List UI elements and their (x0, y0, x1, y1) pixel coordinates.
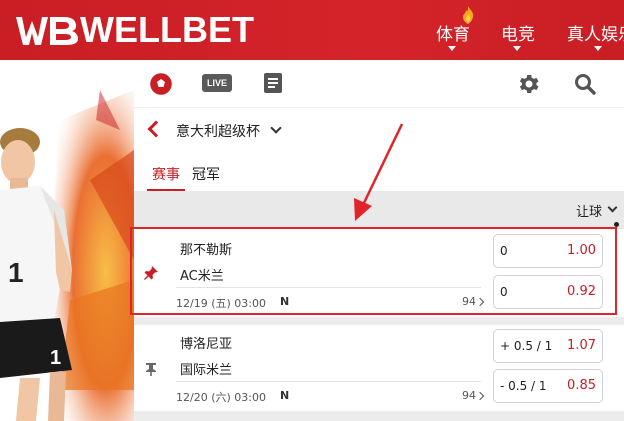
tab-bar: 赛事 冠军 (134, 160, 624, 192)
svg-text:1: 1 (8, 257, 24, 288)
nav-live-casino[interactable]: 真人娱乐 (567, 20, 624, 45)
tab-matches[interactable]: 赛事 (152, 164, 180, 184)
odds-button-away[interactable]: - 0.5 / 1 0.85 (493, 369, 603, 403)
tab-outrights[interactable]: 冠军 (192, 164, 220, 184)
chevron-down-icon (513, 46, 521, 51)
odds-button-home[interactable]: + 0.5 / 1 1.07 (493, 329, 603, 363)
market-bar: 让球 (134, 191, 624, 229)
away-team: 国际米兰 (180, 363, 233, 378)
highlight-box (130, 227, 617, 315)
document-icon[interactable] (262, 72, 284, 94)
soccer-ball-icon[interactable] (149, 72, 173, 96)
flame-icon (463, 6, 474, 24)
live-label: LIVE (206, 78, 227, 88)
search-icon[interactable] (573, 72, 597, 96)
gear-icon[interactable] (517, 72, 541, 96)
bottom-separator (134, 411, 624, 421)
neutral-badge: N (280, 389, 290, 402)
row-separator (134, 317, 624, 325)
svg-text:1: 1 (50, 347, 61, 369)
pin-outline-icon[interactable] (143, 361, 159, 377)
brand-name: WELLBET (80, 9, 254, 50)
back-arrow-icon[interactable] (147, 120, 165, 138)
handicap-line: + 0.5 / 1 (500, 339, 553, 353)
match-time: 12/20 (六) 03:00 (176, 391, 266, 404)
top-navigation-bar: WELLBET 体育 电竞 真人娱乐 (0, 0, 624, 60)
soccer-player-illustration: 1 1 (0, 60, 134, 421)
resize-dot (614, 222, 619, 227)
chevron-right-icon[interactable] (475, 391, 485, 401)
brand-logo[interactable]: WELLBET (12, 10, 254, 50)
divider (176, 381, 481, 382)
odds-value: 0.85 (567, 378, 596, 393)
match-row[interactable]: 博洛尼亚 国际米兰 12/20 (六) 03:00 N 94 + 0.5 / 1… (134, 325, 624, 413)
wellbet-logo-mark-icon (16, 17, 78, 45)
chevron-down-icon (594, 46, 602, 51)
chevron-down-icon[interactable] (607, 202, 618, 213)
promo-banner[interactable]: 1 1 (0, 60, 134, 421)
chevron-down-icon[interactable] (270, 122, 282, 134)
market-selector[interactable]: 让球 (576, 201, 602, 220)
league-name: 意大利超级杯 (176, 124, 260, 140)
live-icon[interactable]: LIVE (202, 74, 232, 92)
handicap-line: - 0.5 / 1 (500, 379, 547, 393)
home-team: 博洛尼亚 (180, 337, 233, 352)
sports-toolbar: LIVE (134, 60, 624, 108)
chevron-down-icon (448, 46, 456, 51)
league-selector[interactable]: 意大利超级杯 (134, 116, 624, 148)
nav-esports[interactable]: 电竞 (501, 20, 535, 45)
odds-value: 1.07 (567, 338, 596, 353)
more-markets-count[interactable]: 94 (462, 389, 476, 402)
